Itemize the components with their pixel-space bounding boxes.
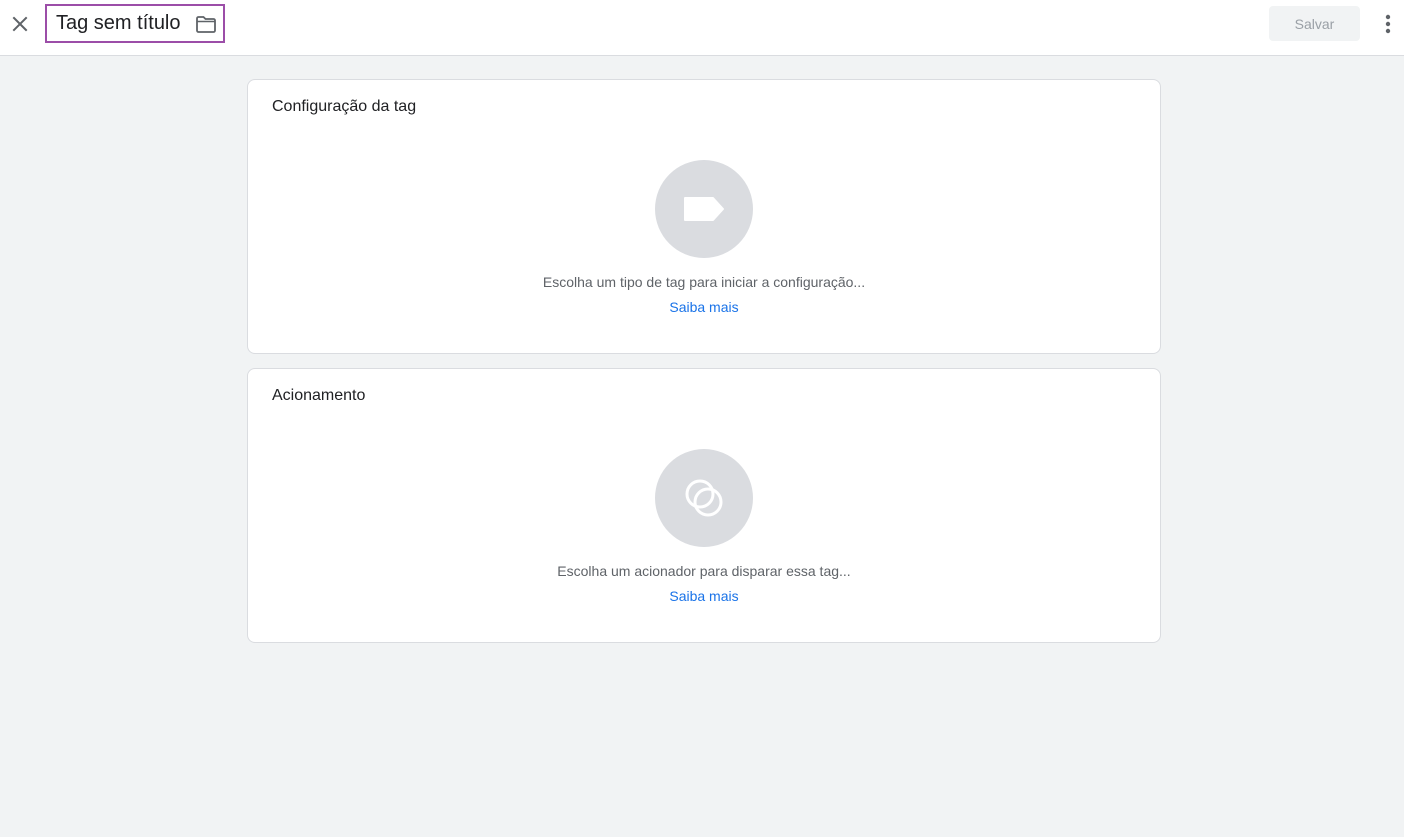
trigger-selector[interactable] xyxy=(655,449,753,547)
trigger-learn-more: Saiba mais xyxy=(248,588,1160,604)
tag-icon xyxy=(684,197,724,221)
tag-config-learn-more-link[interactable]: Saiba mais xyxy=(669,299,738,315)
trigger-learn-more-link[interactable]: Saiba mais xyxy=(669,588,738,604)
save-button[interactable]: Salvar xyxy=(1269,6,1360,41)
tag-config-learn-more: Saiba mais xyxy=(248,299,1160,315)
close-icon[interactable] xyxy=(6,10,34,38)
top-bar: Tag sem título Salvar xyxy=(0,0,1404,56)
tag-title[interactable]: Tag sem título xyxy=(56,12,181,35)
trigger-title: Acionamento xyxy=(272,387,366,404)
tag-config-card[interactable]: Configuração da tag Escolha um tipo de t… xyxy=(247,79,1161,354)
more-vert-icon[interactable] xyxy=(1378,10,1398,38)
tag-config-hint: Escolha um tipo de tag para iniciar a co… xyxy=(542,274,866,290)
trigger-hint: Escolha um acionador para disparar essa … xyxy=(557,563,851,579)
tag-type-selector[interactable] xyxy=(655,160,753,258)
tag-name-field[interactable]: Tag sem título xyxy=(45,4,225,43)
trigger-card[interactable]: Acionamento Escolha um acionador para di… xyxy=(247,368,1161,643)
trigger-circles-icon xyxy=(685,479,723,517)
tag-config-title: Configuração da tag xyxy=(272,98,417,115)
folder-icon[interactable] xyxy=(195,14,217,34)
